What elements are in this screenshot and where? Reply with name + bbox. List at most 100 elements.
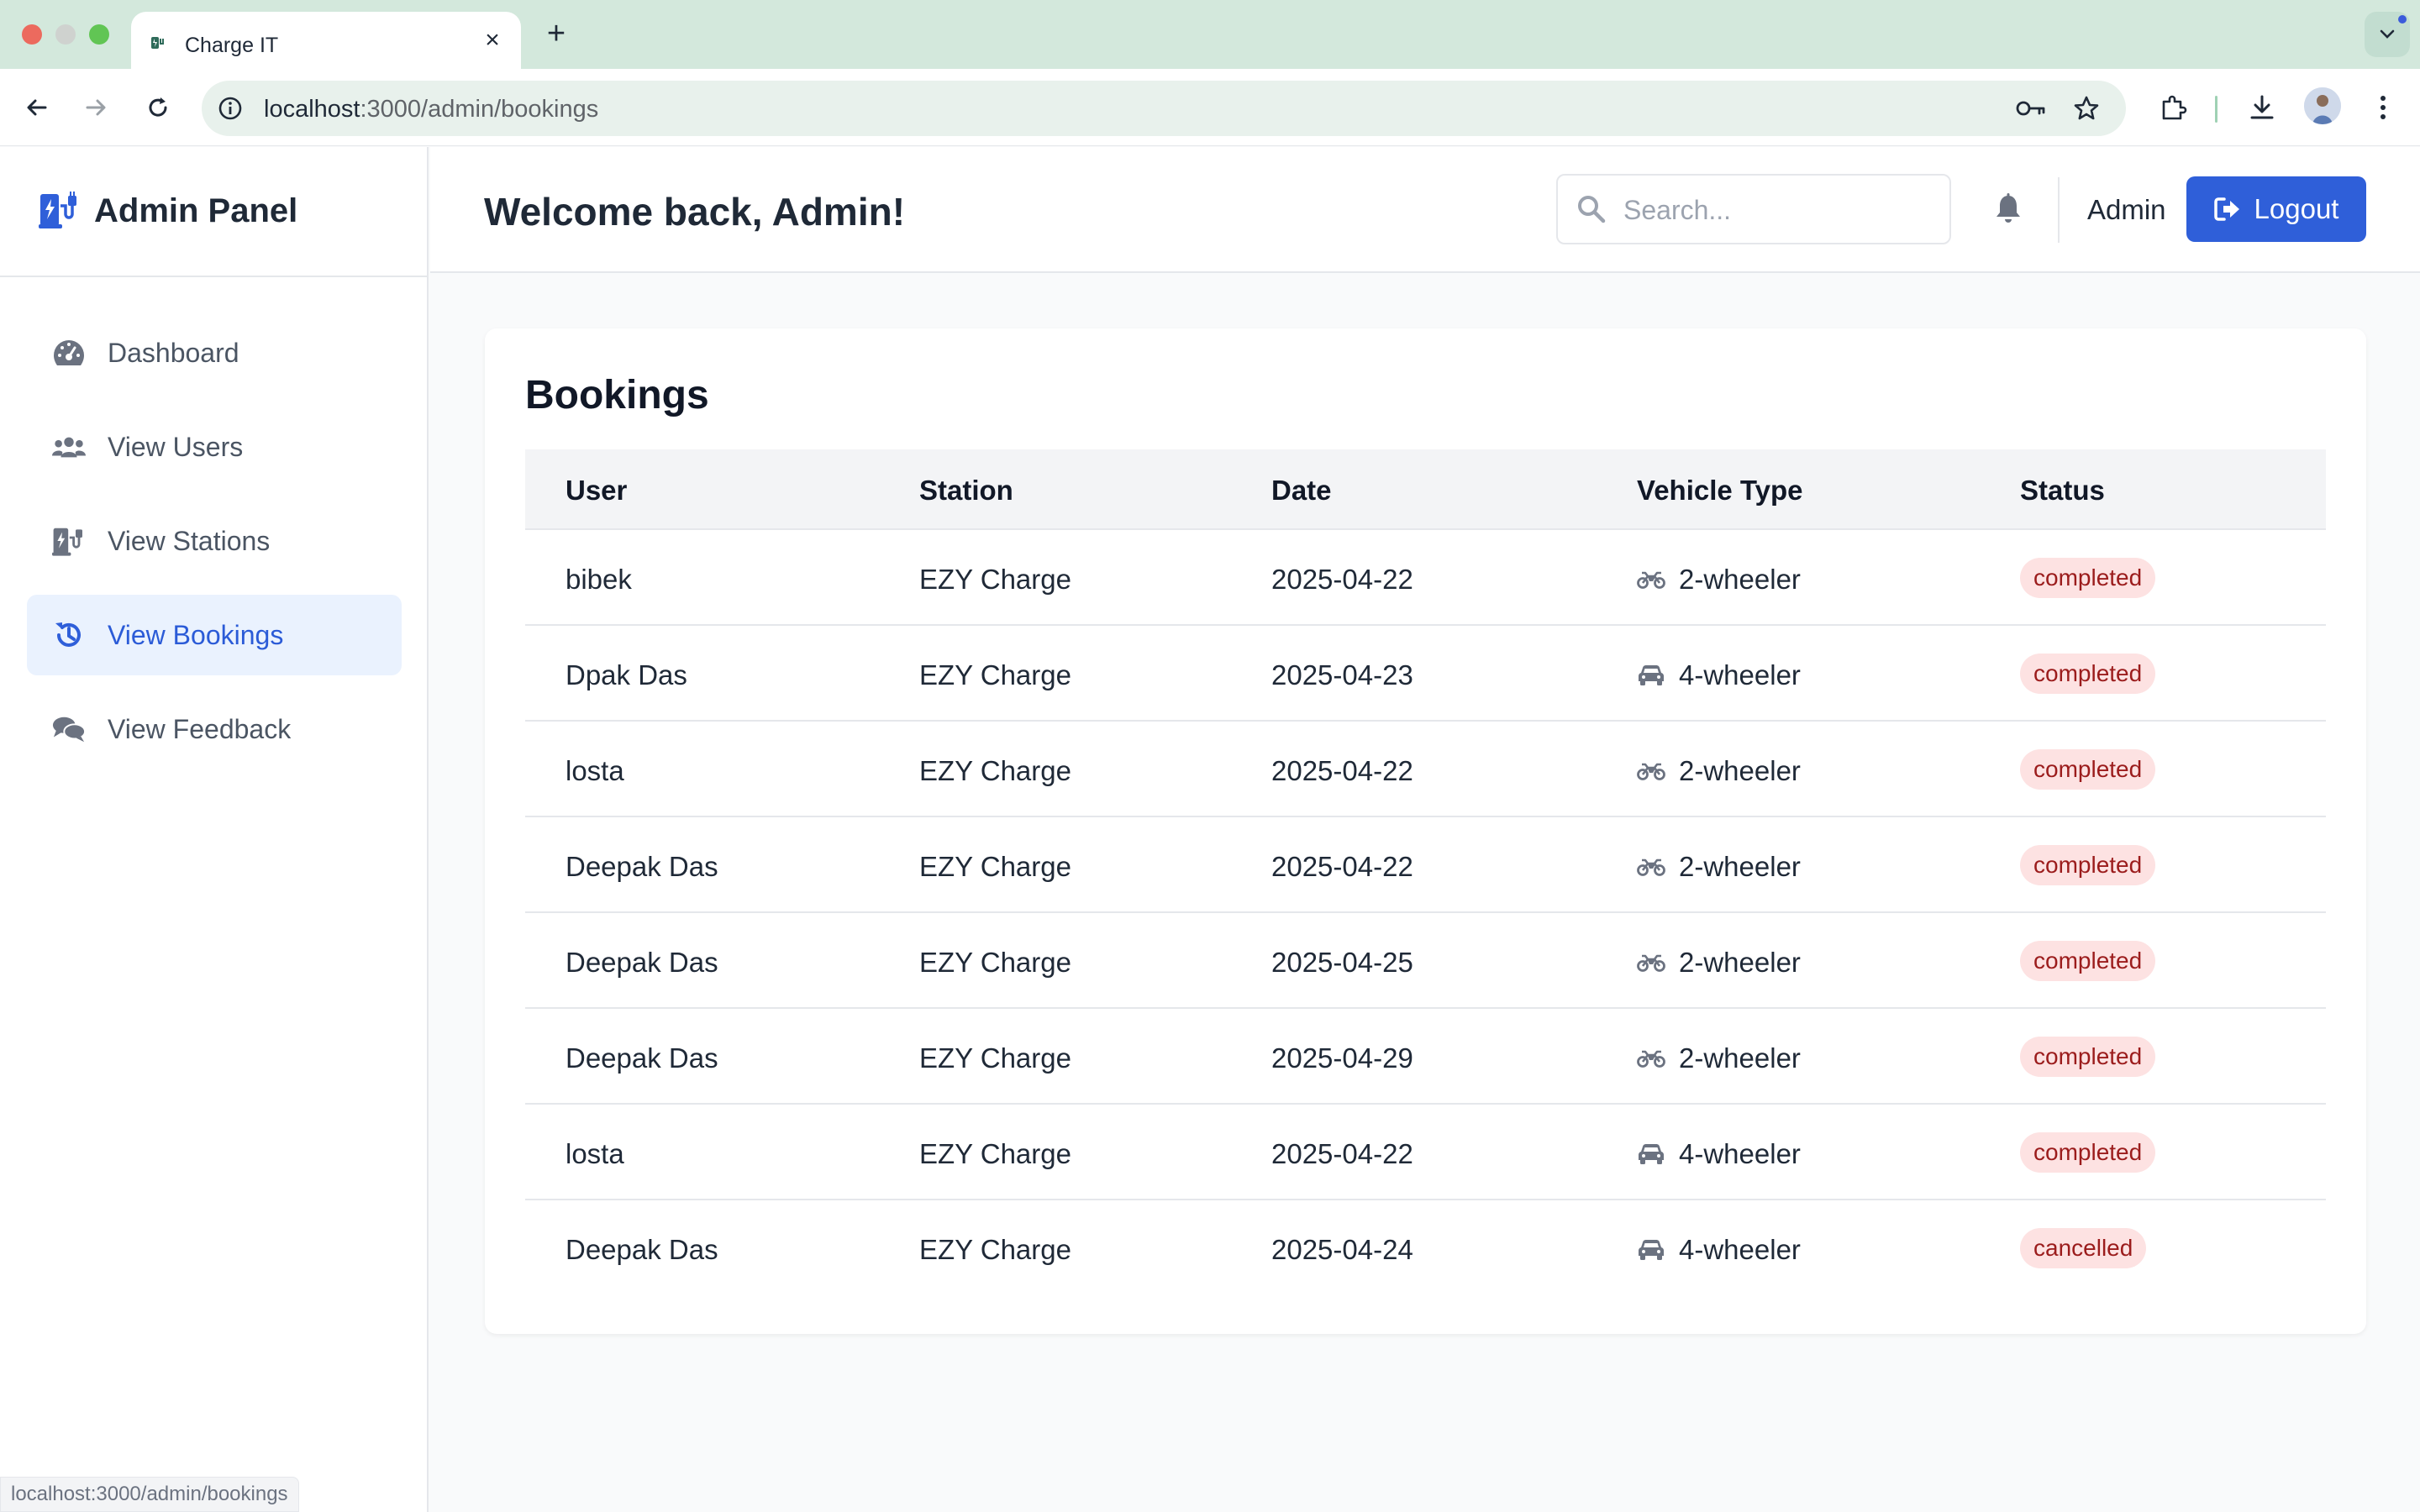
status-bar-url: localhost:3000/admin/bookings xyxy=(0,1477,299,1512)
bookmark-star-icon[interactable] xyxy=(2069,91,2104,126)
cell-station: EZY Charge xyxy=(919,1138,1071,1169)
url-text: localhost:3000/admin/bookings xyxy=(264,96,599,123)
browser-menu-icon[interactable] xyxy=(2363,87,2403,128)
new-tab-button[interactable]: + xyxy=(539,17,573,50)
extensions-puzzle-icon[interactable] xyxy=(2153,87,2193,128)
sidebar-item-label: View Feedback xyxy=(108,713,292,744)
minimize-window-button[interactable] xyxy=(55,24,76,45)
vehicle-type-label: 2-wheeler xyxy=(1679,851,1801,882)
charge-it-favicon-icon xyxy=(151,37,164,49)
vehicle-type-label: 4-wheeler xyxy=(1679,1138,1801,1169)
maximize-window-button[interactable] xyxy=(89,24,109,45)
sidebar-item-label: View Users xyxy=(108,431,244,462)
notification-bell-icon[interactable] xyxy=(1991,192,2025,226)
cell-date: 2025-04-22 xyxy=(1271,1138,1413,1169)
comments-icon xyxy=(52,714,86,744)
downloads-icon[interactable] xyxy=(2242,87,2282,128)
admin-name: Admin xyxy=(2087,194,2166,225)
motorcycle-icon xyxy=(1637,1047,1665,1069)
cell-station: EZY Charge xyxy=(919,1234,1071,1265)
table-body: bibek EZY Charge 2025-04-22 2-wheeler comple… xyxy=(525,530,2326,1296)
browser-tab-bar: Charge IT × + xyxy=(0,0,2420,69)
cell-station: EZY Charge xyxy=(919,659,1071,690)
address-bar[interactable]: localhost:3000/admin/bookings xyxy=(202,81,2126,136)
sidebar-item-view-feedback[interactable]: View Feedback xyxy=(27,689,402,769)
back-button[interactable] xyxy=(15,86,59,129)
table-row: Deepak Das EZY Charge 2025-04-22 2-wheeler c… xyxy=(525,817,2326,913)
cell-user: Deepak Das xyxy=(566,1042,718,1074)
brand-title: Admin Panel xyxy=(94,192,298,229)
table-row: Deepak Das EZY Charge 2025-04-24 4-wheeler c… xyxy=(525,1200,2326,1296)
browser-tab[interactable]: Charge IT × xyxy=(131,12,521,69)
logout-button[interactable]: Logout xyxy=(2186,176,2366,242)
profile-avatar[interactable] xyxy=(2304,87,2341,124)
table-row: Dpak Das EZY Charge 2025-04-23 4-wheeler com… xyxy=(525,626,2326,722)
logout-label: Logout xyxy=(2254,193,2339,224)
cell-station: EZY Charge xyxy=(919,851,1071,882)
tab-close-icon[interactable]: × xyxy=(479,26,506,54)
sidebar-item-label: View Stations xyxy=(108,525,271,556)
table-header: User Station Date Vehicle Type Status xyxy=(525,449,2326,530)
motorcycle-icon xyxy=(1637,856,1665,878)
charging-station-icon xyxy=(52,526,86,556)
motorcycle-icon xyxy=(1637,760,1665,782)
sidebar-item-view-users[interactable]: View Users xyxy=(27,407,402,487)
cell-vehicle-type: 2-wheeler xyxy=(1637,755,1801,787)
cell-user: losta xyxy=(566,1138,624,1169)
status-badge: completed xyxy=(2020,749,2156,790)
column-header-date: Date xyxy=(1271,475,1332,506)
cell-date: 2025-04-22 xyxy=(1271,564,1413,595)
password-key-icon[interactable] xyxy=(2013,91,2049,126)
status-badge: completed xyxy=(2020,845,2156,885)
table-row: losta EZY Charge 2025-04-22 2-wheeler comple… xyxy=(525,722,2326,817)
forward-button[interactable] xyxy=(74,86,118,129)
car-icon xyxy=(1637,1239,1665,1261)
table-row: losta EZY Charge 2025-04-22 4-wheeler comple… xyxy=(525,1105,2326,1200)
sidebar-item-dashboard[interactable]: Dashboard xyxy=(27,312,402,393)
browser-toolbar: localhost:3000/admin/bookings xyxy=(0,69,2420,146)
cell-user: bibek xyxy=(566,564,632,595)
charging-station-logo-icon xyxy=(39,192,76,228)
status-badge: completed xyxy=(2020,941,2156,981)
page-title: Welcome back, Admin! xyxy=(484,190,906,234)
site-info-icon[interactable] xyxy=(215,93,245,123)
sidebar-item-view-bookings[interactable]: View Bookings xyxy=(27,595,402,675)
column-header-vehicle-type: Vehicle Type xyxy=(1637,475,1803,506)
back-arrow-icon xyxy=(27,99,47,116)
cell-date: 2025-04-24 xyxy=(1271,1234,1413,1265)
cell-station: EZY Charge xyxy=(919,947,1071,978)
reload-icon xyxy=(149,97,167,117)
sidebar-item-view-stations[interactable]: View Stations xyxy=(27,501,402,581)
vehicle-type-label: 4-wheeler xyxy=(1679,659,1801,690)
search-input[interactable] xyxy=(1623,191,1934,229)
users-icon xyxy=(52,432,86,462)
tab-search-button[interactable] xyxy=(2365,12,2410,57)
cell-user: Dpak Das xyxy=(566,659,687,690)
cell-user: Deepak Das xyxy=(566,1234,718,1265)
bookings-title: Bookings xyxy=(525,373,709,417)
cell-user: Deepak Das xyxy=(566,947,718,978)
dashboard-gauge-icon xyxy=(52,338,86,368)
cell-date: 2025-04-22 xyxy=(1271,755,1413,786)
close-window-button[interactable] xyxy=(22,24,42,45)
top-header: Welcome back, Admin! Admin Logout xyxy=(430,147,2420,273)
motorcycle-icon xyxy=(1637,952,1665,974)
status-badge: completed xyxy=(2020,1132,2156,1173)
motorcycle-icon xyxy=(1637,569,1665,591)
reload-button[interactable] xyxy=(136,86,180,129)
toolbar-divider xyxy=(2215,96,2217,123)
notification-dot xyxy=(2398,15,2407,24)
vehicle-type-label: 2-wheeler xyxy=(1679,947,1801,978)
cell-date: 2025-04-23 xyxy=(1271,659,1413,690)
column-header-user: User xyxy=(566,475,628,506)
brand: Admin Panel xyxy=(0,147,427,277)
sidebar-item-label: View Bookings xyxy=(108,619,284,650)
status-badge: completed xyxy=(2020,654,2156,694)
search-box[interactable] xyxy=(1556,174,1951,244)
bookings-table: User Station Date Vehicle Type Status bi… xyxy=(525,449,2326,1296)
cell-station: EZY Charge xyxy=(919,1042,1071,1074)
header-divider xyxy=(2058,177,2060,243)
cell-vehicle-type: 2-wheeler xyxy=(1637,1042,1801,1074)
sidebar-item-label: Dashboard xyxy=(108,337,239,368)
sidebar: Admin Panel Dashboard View Users View St… xyxy=(0,147,429,1512)
